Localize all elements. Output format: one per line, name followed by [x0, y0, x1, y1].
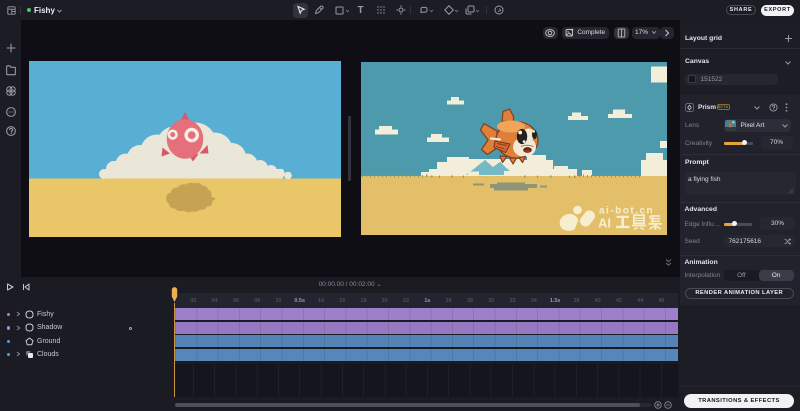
svg-text:AI: AI [598, 216, 611, 231]
